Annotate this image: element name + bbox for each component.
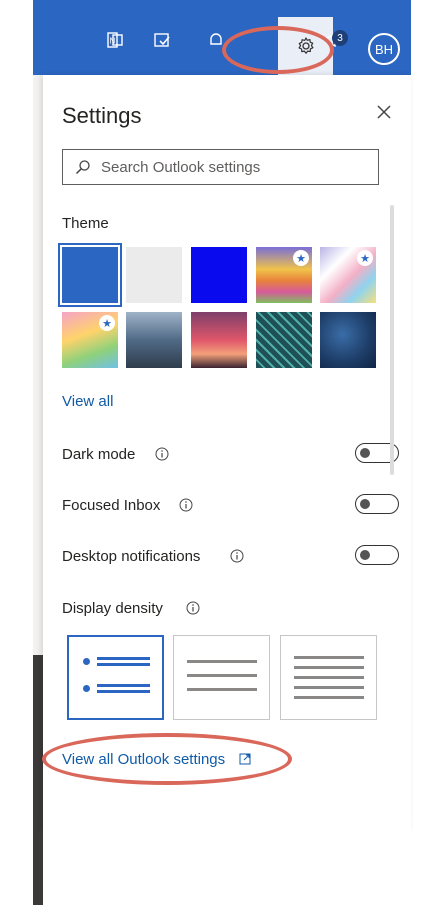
theme-bright-blue[interactable] [191,247,247,303]
density-preview-row [83,684,150,694]
density-dot [83,685,90,692]
desktop-notifications-toggle[interactable] [355,545,399,565]
todo-glyph [154,33,170,47]
dark-mode-row: Dark mode [62,443,399,467]
density-bar [187,674,257,677]
theme-circuit[interactable] [256,312,312,368]
density-bar [294,656,364,659]
density-bar [294,666,364,669]
theme-rainbow[interactable]: ★ [256,247,312,303]
search-input[interactable] [99,157,378,177]
onenote-glyph: N [107,32,123,48]
popout-icon [239,753,251,765]
focused-inbox-row: Focused Inbox [62,494,399,518]
density-bar [187,688,257,691]
focused-inbox-toggle[interactable] [355,494,399,514]
mail-list-background [33,75,43,905]
view-all-themes-link[interactable]: View all [62,393,113,410]
star-icon: ★ [357,250,373,266]
bell-glyph [210,33,222,45]
info-icon[interactable] [230,549,244,563]
display-density-row: Display density [62,597,382,621]
density-bar [187,660,257,663]
bell-icon[interactable] [201,25,231,55]
theme-cartoon[interactable]: ★ [62,312,118,368]
view-all-outlook-settings-link[interactable]: View all Outlook settings [62,751,251,768]
notification-badge: 3 [332,30,348,46]
todo-icon[interactable] [147,25,177,55]
svg-text:N: N [110,37,116,46]
theme-blue[interactable] [58,243,122,307]
panel-bottom [43,830,411,844]
star-icon: ★ [99,315,115,331]
toggle-knob [360,499,370,509]
density-cozy-option[interactable] [173,635,270,720]
density-bar [294,696,364,699]
view-all-outlook-settings-label: View all Outlook settings [62,751,226,768]
theme-light-gray[interactable] [126,247,182,303]
theme-abstract[interactable]: ★ [320,247,376,303]
onenote-icon[interactable]: N [100,25,130,55]
toggle-knob [360,550,370,560]
settings-title: Settings [62,103,142,128]
star-icon: ★ [293,250,309,266]
theme-navy-pattern[interactable] [320,312,376,368]
density-dot [83,658,90,665]
density-bar [97,663,150,666]
dark-mode-label: Dark mode [62,446,136,463]
gear-icon [298,37,313,54]
density-preview-row [83,657,150,667]
avatar[interactable]: BH [368,33,400,65]
settings-search[interactable] [62,149,379,185]
focused-inbox-label: Focused Inbox [62,497,161,514]
density-bar [97,657,150,660]
density-bar [294,676,364,679]
dark-block [33,655,43,905]
density-roomy-option[interactable] [67,635,164,720]
toggle-knob [360,448,370,458]
density-bar [294,686,364,689]
search-icon [75,160,90,175]
density-bar [97,690,150,693]
info-icon[interactable] [155,447,169,461]
desktop-notifications-label: Desktop notifications [62,548,201,565]
density-compact-option[interactable] [280,635,377,720]
density-bar [97,684,150,687]
desktop-notifications-row: Desktop notifications [62,545,399,569]
top-bar: N [33,0,411,75]
info-icon[interactable] [179,498,193,512]
theme-palms[interactable] [191,312,247,368]
settings-panel: Settings Theme ★ ★ ★ View all Dark mode … [43,75,411,830]
close-icon[interactable] [374,102,394,122]
theme-label: Theme [62,215,109,232]
display-density-label: Display density [62,600,163,617]
panel-scrollbar[interactable] [390,205,394,475]
theme-mountain[interactable] [126,312,182,368]
info-icon[interactable] [186,601,200,615]
